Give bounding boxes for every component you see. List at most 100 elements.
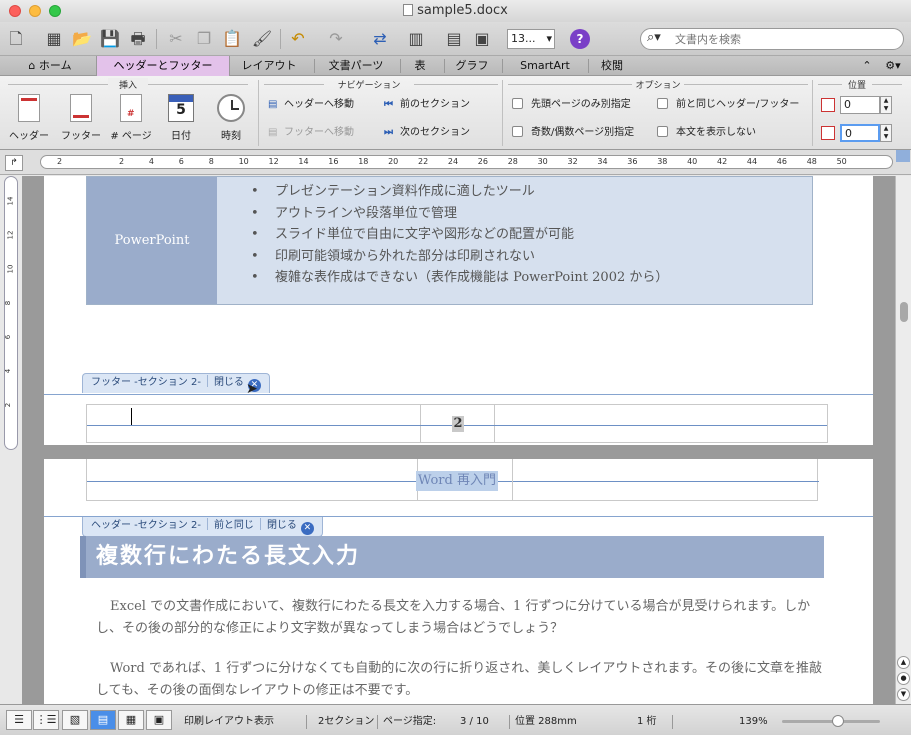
page-number-button[interactable]: # # ページ xyxy=(108,94,154,142)
draft-view-button[interactable]: ☰ xyxy=(6,710,32,730)
text-caret xyxy=(131,408,132,425)
first-page-checkbox[interactable]: 先頭ページのみ別指定 xyxy=(512,97,631,113)
horizontal-ruler[interactable]: 2 2 4 6 8 10 12 14 16 18 20 22 24 26 28 30 32 34 36 38 40 42 4… xyxy=(40,155,893,169)
ruler-tick-label: 48 xyxy=(806,157,817,166)
new-document-icon[interactable]: 🗋 xyxy=(4,27,28,51)
header-title[interactable]: Word 再入門 xyxy=(416,471,498,491)
page-number-field[interactable]: 2 xyxy=(452,416,464,432)
header-position-input[interactable]: 0 xyxy=(840,96,880,114)
footer-position-stepper[interactable]: ▲ ▼ xyxy=(880,124,892,142)
clock-icon xyxy=(217,94,245,122)
ruler-tick-label: 32 xyxy=(567,157,578,166)
page[interactable]: Word 再入門 ヘッダー -セクション 2- 前と同じ 閉じる ✕ 複数行にわたる長… xyxy=(44,459,873,704)
checkbox-label: 本文を表示しない xyxy=(676,127,756,138)
date-button[interactable]: 5 日付 xyxy=(158,94,204,142)
page[interactable]: PowerPoint プレゼンテーション資料作成に適したツール アウトラインや段… xyxy=(44,176,873,445)
go-to-footer-icon: ▤ xyxy=(268,127,278,138)
redo-icon[interactable]: ↷ xyxy=(324,27,348,51)
view-mode-label: 印刷レイアウト表示 xyxy=(184,716,274,727)
footer-cell-left[interactable] xyxy=(87,405,421,442)
tab-header-footer[interactable]: ヘッダーとフッター xyxy=(96,56,230,76)
close-header-button[interactable]: 閉じる ✕ xyxy=(267,520,314,535)
button-label: 次のセクション xyxy=(400,127,470,138)
close-icon: ✕ xyxy=(300,522,314,535)
copy-icon[interactable]: ❐ xyxy=(192,27,216,51)
gallery-icon[interactable]: ▦ xyxy=(42,27,66,51)
paragraph-icon[interactable]: ⇄ xyxy=(368,27,392,51)
publishing-view-button[interactable]: ▧ xyxy=(62,710,88,730)
print-layout-view-button[interactable]: ▤ xyxy=(90,710,116,730)
split-view-icon[interactable] xyxy=(896,150,910,162)
previous-page-button[interactable]: ▲ xyxy=(897,656,910,669)
search-input[interactable] xyxy=(675,31,895,47)
vertical-scrollbar[interactable]: ▲ ● ▼ xyxy=(895,176,911,704)
zoom-value: 13... xyxy=(511,32,536,45)
sidebar-icon[interactable]: ▥ xyxy=(404,27,428,51)
zoom-percent: 139% xyxy=(739,716,768,727)
tab-home[interactable]: ⌂ ホーム xyxy=(14,56,86,76)
media-browser-icon[interactable]: ▣ xyxy=(470,27,494,51)
page-indicator[interactable]: 3 / 10 xyxy=(460,715,489,729)
vertical-ruler[interactable]: 14 12 10 8 6 4 2 xyxy=(4,176,18,450)
footer-icon xyxy=(70,94,92,122)
focus-view-button[interactable]: ▣ xyxy=(146,710,172,730)
ruler-tick-label: 42 xyxy=(717,157,728,166)
header-button[interactable]: ヘッダー xyxy=(6,94,52,142)
tab-label: 文書パーツ xyxy=(328,59,384,72)
tab-label: レイアウト xyxy=(241,59,297,72)
tab-smartart[interactable]: SmartArt xyxy=(506,56,584,76)
zoom-slider[interactable] xyxy=(782,715,880,727)
odd-even-checkbox[interactable]: 奇数/偶数ページ別指定 xyxy=(512,125,634,141)
tab-table[interactable]: 表 xyxy=(404,56,436,76)
browse-object-button[interactable]: ● xyxy=(897,672,910,685)
table-row-label: PowerPoint xyxy=(87,177,217,304)
next-section-button[interactable]: ⏭ 次のセクション xyxy=(384,124,470,142)
undo-icon[interactable]: ↶ xyxy=(286,27,310,51)
comparison-table: PowerPoint プレゼンテーション資料作成に適したツール アウトラインや段… xyxy=(86,176,813,305)
open-icon[interactable]: 📂 xyxy=(70,27,94,51)
outline-view-button[interactable]: ⋮☰ xyxy=(33,710,59,730)
tab-divider xyxy=(444,59,445,73)
ruler-tick-label: 12 xyxy=(6,230,15,240)
tab-selector-button[interactable]: ↱ xyxy=(5,155,23,171)
tab-document-parts[interactable]: 文書パーツ xyxy=(318,56,394,76)
tab-chart[interactable]: グラフ xyxy=(448,56,496,76)
hide-body-text-checkbox[interactable]: 本文を表示しない xyxy=(657,125,756,141)
minimize-window-button[interactable] xyxy=(29,5,41,17)
paste-icon[interactable]: 📋 xyxy=(220,27,244,51)
go-to-footer-button[interactable]: ▤ フッターへ移動 xyxy=(268,124,354,142)
calendar-day: 5 xyxy=(176,102,186,118)
notebook-view-button[interactable]: ▦ xyxy=(118,710,144,730)
ruler-tick-label: 12 xyxy=(268,157,279,166)
format-painter-icon[interactable]: 🖌 xyxy=(250,27,274,51)
search-field[interactable]: ⌕▾ xyxy=(640,28,904,50)
ribbon-panel: 挿入 ヘッダー フッター # # ページ 5 日付 時刻 ナビゲーション ▤ ヘッ… xyxy=(0,76,911,150)
zoom-slider-knob[interactable] xyxy=(832,715,844,727)
tab-layout[interactable]: レイアウト xyxy=(232,56,306,76)
help-icon[interactable]: ? xyxy=(570,29,590,49)
header-position-stepper[interactable]: ▲ ▼ xyxy=(880,96,892,114)
close-window-button[interactable] xyxy=(9,5,21,17)
previous-section-icon: ⏮ xyxy=(384,99,393,110)
print-icon[interactable]: 🖶 xyxy=(126,27,150,51)
toolbox-icon[interactable]: ▤ xyxy=(442,27,466,51)
scroll-thumb[interactable] xyxy=(900,302,908,322)
cut-icon[interactable]: ✂ xyxy=(164,27,188,51)
document-area[interactable]: PowerPoint プレゼンテーション資料作成に適したツール アウトラインや段… xyxy=(22,176,895,704)
gear-icon[interactable]: ⚙▾ xyxy=(880,56,906,76)
save-icon[interactable]: 💾 xyxy=(98,27,122,51)
ruler-tick-label: 2 xyxy=(119,157,125,166)
tab-review[interactable]: 校閲 xyxy=(592,56,632,76)
next-page-button[interactable]: ▼ xyxy=(897,688,910,701)
ruler-tick-label: 30 xyxy=(537,157,548,166)
zoom-window-button[interactable] xyxy=(49,5,61,17)
same-as-previous-checkbox[interactable]: 前と同じヘッダー/フッター xyxy=(657,97,799,113)
zoom-select[interactable]: 13... ▾ xyxy=(507,29,555,49)
previous-section-button[interactable]: ⏮ 前のセクション xyxy=(384,96,470,114)
body-paragraph: Excel での文書作成において、複数行にわたる長文を入力する場合、1 行ずつに… xyxy=(96,599,811,636)
footer-button[interactable]: フッター xyxy=(58,94,104,142)
collapse-ribbon-icon[interactable]: ⌃ xyxy=(858,56,876,76)
footer-position-input[interactable]: 0 xyxy=(840,124,880,142)
time-button[interactable]: 時刻 xyxy=(208,94,254,142)
go-to-header-button[interactable]: ▤ ヘッダーへ移動 xyxy=(268,96,354,114)
